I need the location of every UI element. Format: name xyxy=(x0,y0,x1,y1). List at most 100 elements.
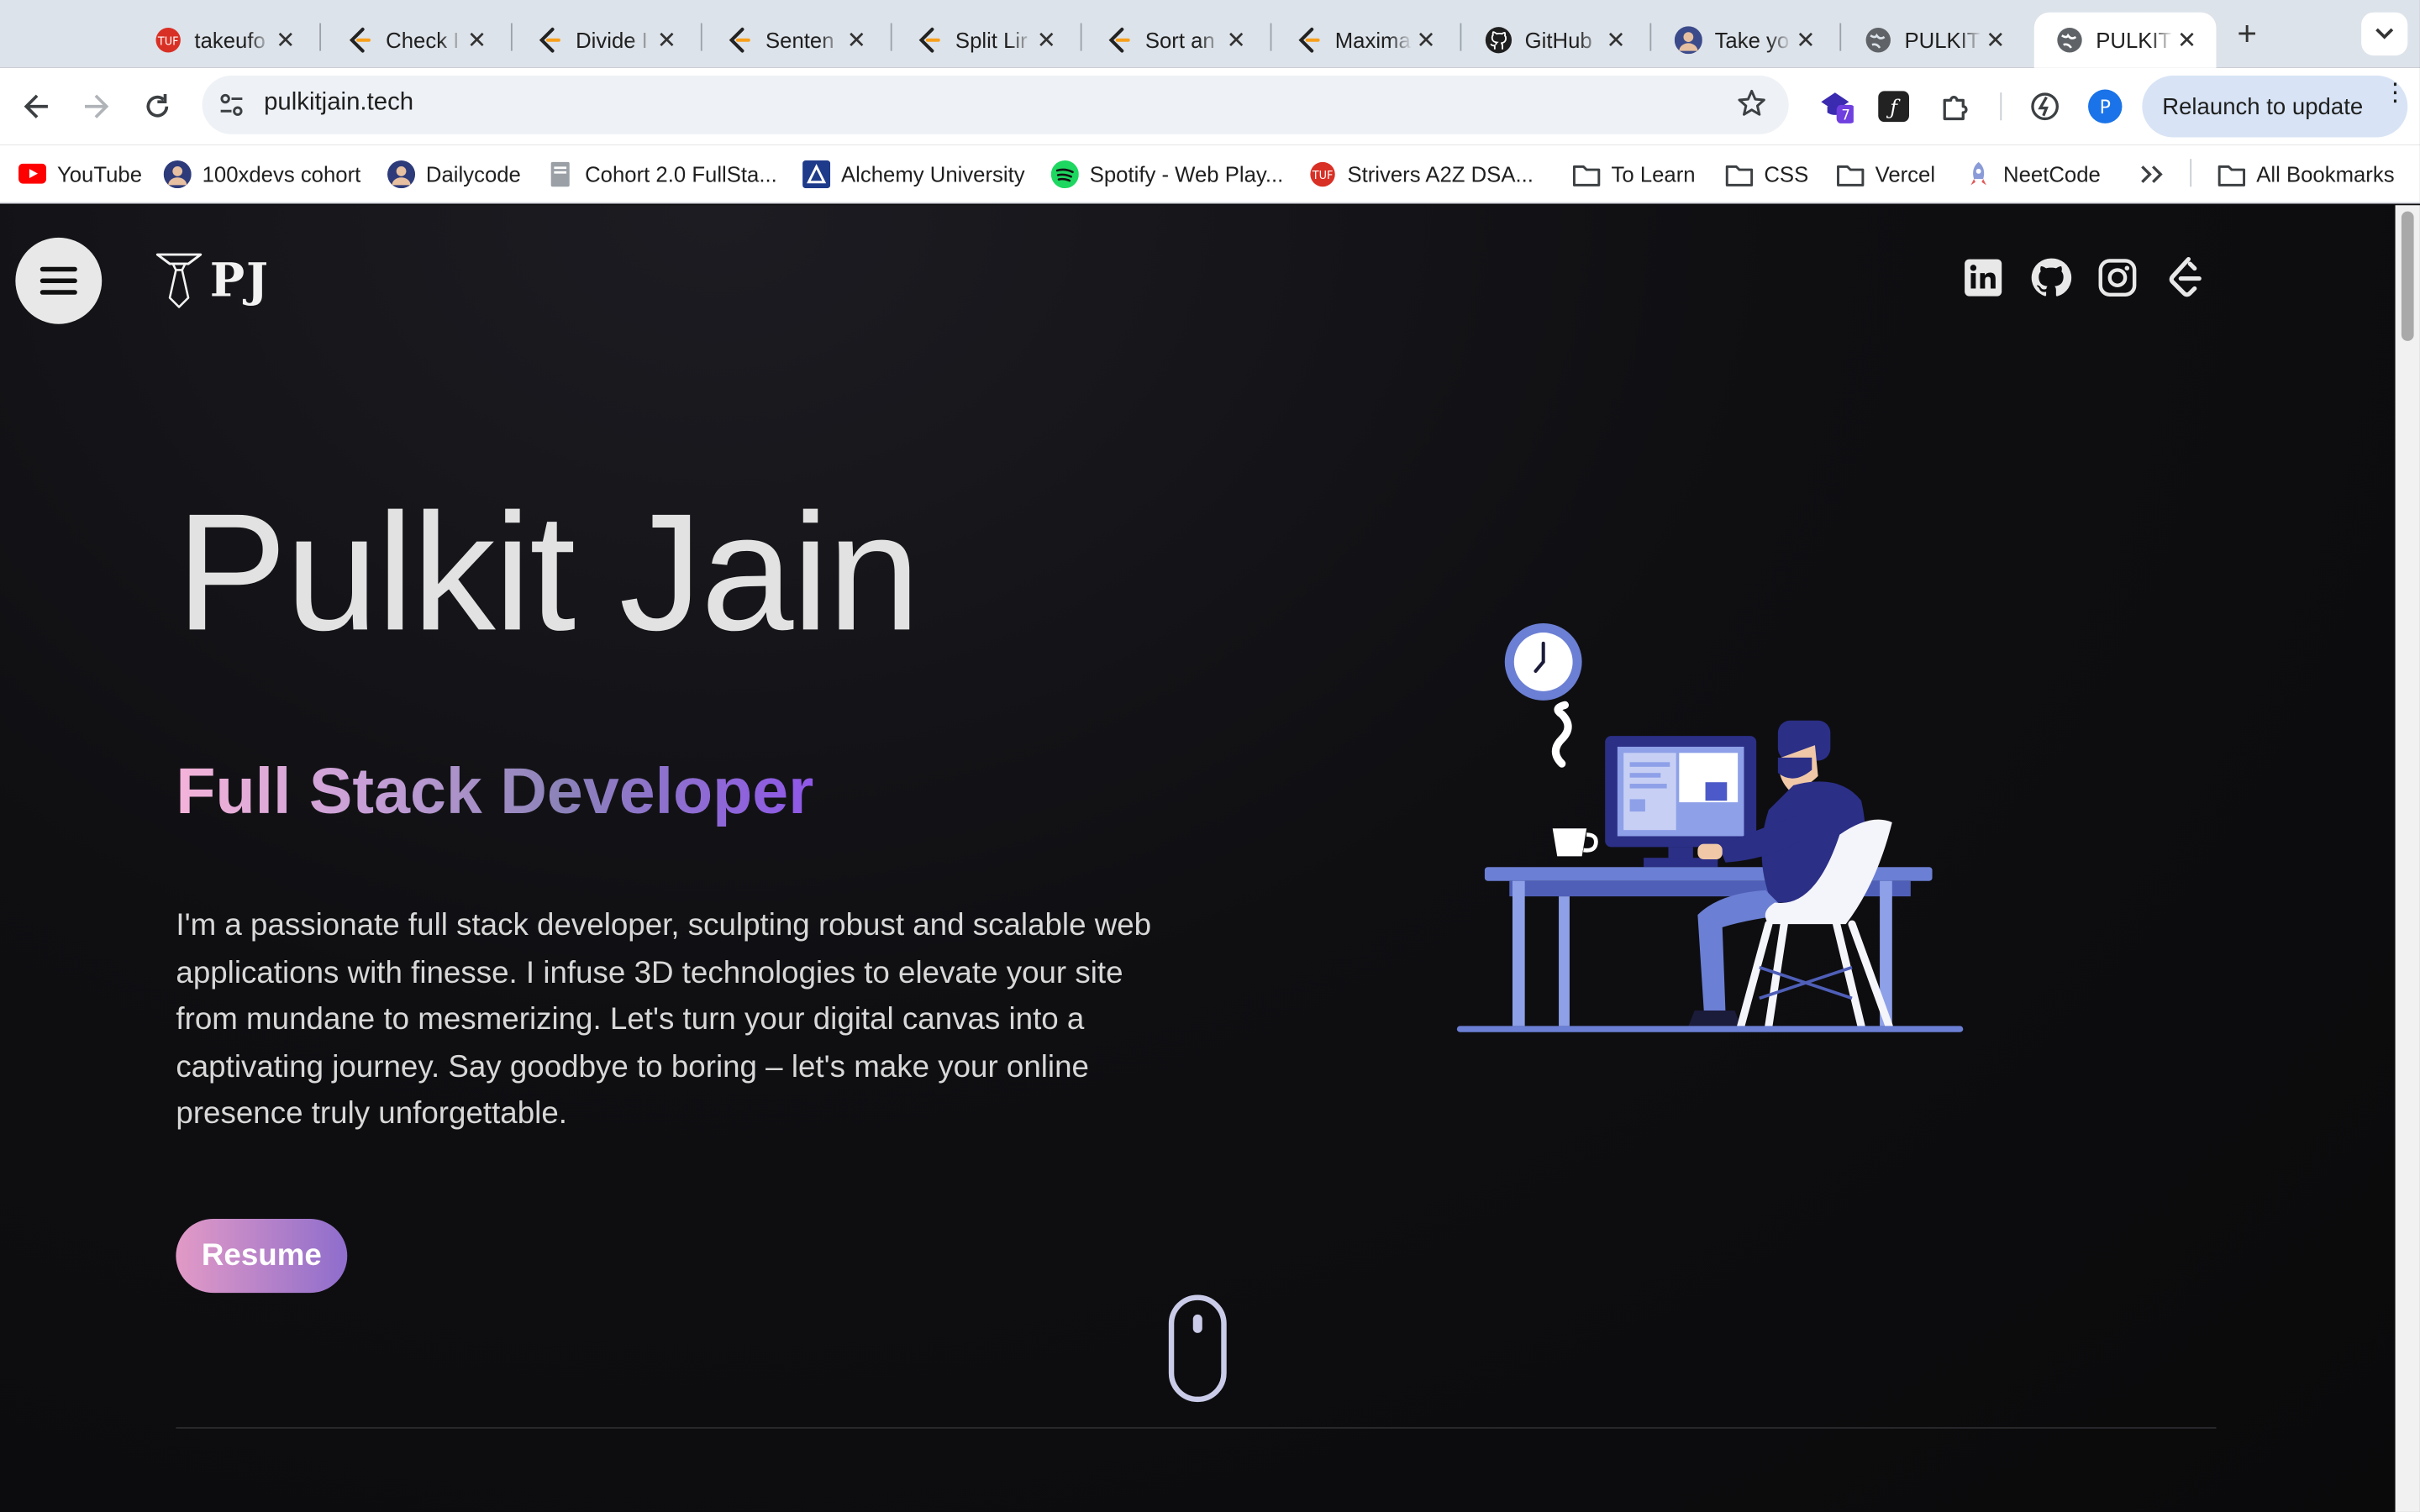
bookmark-label: Dailycode xyxy=(425,161,521,187)
tab[interactable]: TUF takeufo ✕ xyxy=(133,13,315,68)
tab-label: takeufo xyxy=(194,28,266,53)
tab[interactable]: Senten ✕ xyxy=(704,13,886,68)
site-settings-icon[interactable] xyxy=(216,90,247,121)
chevron-down-icon xyxy=(2375,28,2394,39)
address-bar[interactable]: pulkitjain.tech xyxy=(202,75,1789,134)
tab-label: Senten xyxy=(765,28,834,53)
tuf-icon: TUF xyxy=(155,26,182,54)
tab-label: Sort an xyxy=(1144,28,1215,53)
formula-extension-icon[interactable]: ƒ xyxy=(1876,88,1912,125)
bookmark-label: CSS xyxy=(1764,161,1809,187)
tab-search-button[interactable] xyxy=(2361,12,2408,56)
site-logo[interactable]: PJ xyxy=(155,251,270,310)
profile-avatar[interactable]: P xyxy=(2086,88,2123,125)
developer-illustration xyxy=(1456,623,1964,1032)
avatar-icon xyxy=(387,160,416,189)
leetcode-icon xyxy=(2169,256,2202,297)
tab-active[interactable]: PULKIT ✕ xyxy=(2033,12,2217,68)
leetcode-icon xyxy=(1105,26,1133,54)
github-link[interactable] xyxy=(2029,256,2072,299)
browser-toolbar: pulkitjain.tech 7 ƒ P Relaunch to update… xyxy=(0,67,2420,145)
tab-label: GitHub xyxy=(1524,28,1592,53)
instagram-icon xyxy=(2098,259,2137,297)
relaunch-button[interactable]: Relaunch to update ⋮ xyxy=(2142,75,2408,138)
toolbar-separator xyxy=(2000,92,2002,121)
github-icon xyxy=(1485,26,1512,54)
tab[interactable]: Split Lir ✕ xyxy=(893,13,1076,68)
tab-label: PULKIT xyxy=(1904,28,1981,53)
bookmark-label: Strivers A2Z DSA... xyxy=(1347,161,1534,187)
close-icon[interactable]: ✕ xyxy=(271,26,299,54)
bookmarks-separator xyxy=(2190,159,2192,187)
globe-icon xyxy=(2055,26,2083,54)
leetcode-icon xyxy=(535,26,563,54)
tab-separator xyxy=(1270,23,1272,51)
close-icon[interactable]: ✕ xyxy=(1981,26,2009,54)
tab-strip: TUF takeufo ✕ Check I ✕ Divide I ✕ Sente… xyxy=(0,0,2420,68)
tab[interactable]: GitHub ✕ xyxy=(1463,13,1645,68)
bookmark-item[interactable]: TUF Strivers A2Z DSA... xyxy=(1309,157,1534,191)
folder-icon xyxy=(2217,160,2246,188)
linkedin-link[interactable] xyxy=(1961,256,2004,299)
close-icon[interactable]: ✕ xyxy=(1413,26,1440,54)
leetcode-link[interactable] xyxy=(2164,256,2207,299)
rocket-icon xyxy=(1965,160,1992,188)
bookmark-label: Spotify - Web Play... xyxy=(1089,161,1284,187)
folder-icon xyxy=(1837,160,1865,188)
close-icon[interactable]: ✕ xyxy=(1223,26,1250,54)
scroll-mouse-icon xyxy=(1168,1294,1227,1403)
back-button[interactable] xyxy=(18,88,55,125)
bookmark-label: 100xdevs cohort xyxy=(202,161,361,187)
close-icon[interactable]: ✕ xyxy=(843,26,871,54)
tab[interactable]: PULKIT ✕ xyxy=(1843,13,2025,68)
extension-badge-count: 7 xyxy=(1841,107,1850,123)
reload-button[interactable] xyxy=(139,88,176,125)
bookmark-star-icon[interactable] xyxy=(1736,88,1767,127)
tab-separator xyxy=(319,23,322,51)
leetcode-icon xyxy=(345,26,373,54)
close-icon[interactable]: ✕ xyxy=(1791,26,1819,54)
url-text[interactable]: pulkitjain.tech xyxy=(264,90,413,118)
avatar-icon xyxy=(163,160,192,189)
tab[interactable]: Divide I ✕ xyxy=(514,13,697,68)
page-scrollbar[interactable] xyxy=(2395,205,2420,1512)
svg-text:TUF: TUF xyxy=(157,35,179,48)
bookmark-label: Vercel xyxy=(1875,161,1936,187)
all-bookmarks-button[interactable]: All Bookmarks xyxy=(2217,157,2395,191)
puzzle-icon[interactable] xyxy=(1937,88,1974,125)
bookmark-folder[interactable]: Vercel xyxy=(1837,157,1935,191)
bookmark-item[interactable]: 100xdevs cohort xyxy=(163,157,361,191)
hamburger-icon xyxy=(39,266,77,295)
close-icon[interactable]: ✕ xyxy=(463,26,491,54)
bookmarks-bar: YouTube 100xdevs cohort Dailycode Cohort… xyxy=(0,144,2420,204)
bookmark-folder[interactable]: CSS xyxy=(1725,157,1808,191)
instagram-link[interactable] xyxy=(2096,256,2139,299)
bookmark-item[interactable]: YouTube xyxy=(18,157,142,191)
scrollbar-thumb[interactable] xyxy=(2401,211,2414,341)
more-bookmarks-button[interactable] xyxy=(2139,157,2164,191)
bookmark-item[interactable]: Cohort 2.0 FullSta... xyxy=(546,157,777,191)
close-icon[interactable]: ✕ xyxy=(2173,26,2201,54)
forward-button[interactable] xyxy=(77,88,114,125)
menu-button[interactable] xyxy=(15,237,103,324)
tab[interactable]: Take yo ✕ xyxy=(1653,13,1835,68)
new-tab-button[interactable]: + xyxy=(2228,14,2265,52)
tab-label: Divide I xyxy=(576,28,648,53)
close-icon[interactable]: ✕ xyxy=(1033,26,1060,54)
resume-button[interactable]: Resume xyxy=(176,1218,348,1294)
bookmark-item[interactable]: Dailycode xyxy=(387,157,521,191)
bookmark-item[interactable]: NeetCode xyxy=(1965,157,2101,191)
spotify-icon xyxy=(1050,160,1079,189)
bookmark-folder[interactable]: To Learn xyxy=(1572,157,1696,191)
extension-badge-icon[interactable]: 7 xyxy=(1817,88,1854,125)
kebab-menu-icon[interactable]: ⋮ xyxy=(2383,81,2407,105)
performance-icon[interactable] xyxy=(2027,88,2064,125)
close-icon[interactable]: ✕ xyxy=(653,26,681,54)
tab[interactable]: Maxima ✕ xyxy=(1273,13,1455,68)
tab[interactable]: Check I ✕ xyxy=(324,13,507,68)
bookmark-label: YouTube xyxy=(56,161,143,187)
bookmark-item[interactable]: Spotify - Web Play... xyxy=(1050,157,1284,191)
bookmark-item[interactable]: Alchemy University xyxy=(802,157,1025,191)
tab[interactable]: Sort an ✕ xyxy=(1083,13,1265,68)
close-icon[interactable]: ✕ xyxy=(1602,26,1629,54)
